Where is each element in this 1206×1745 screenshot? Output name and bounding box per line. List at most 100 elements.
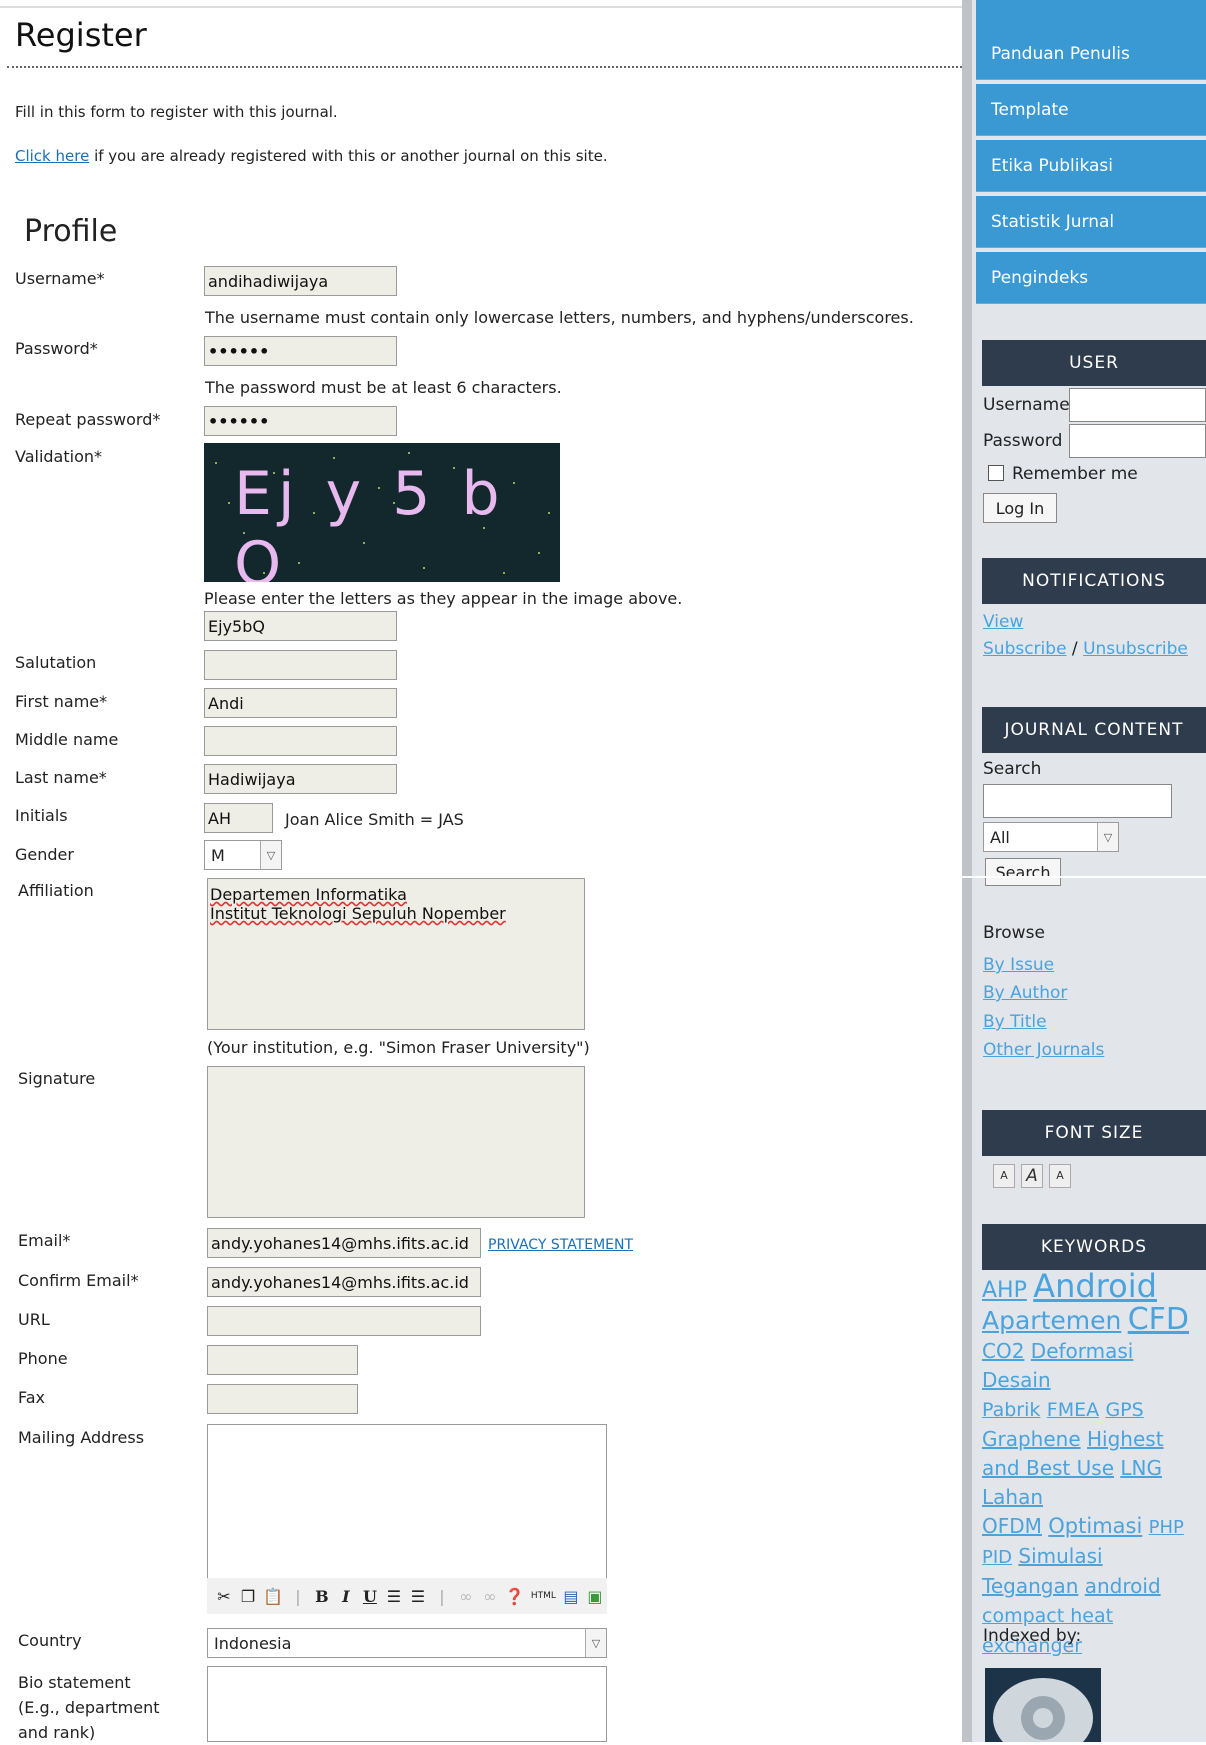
help-icon[interactable]: ❓ (505, 1587, 525, 1606)
font-larger-icon[interactable]: A (1049, 1164, 1071, 1188)
keyword-link[interactable]: Simulasi (1018, 1544, 1102, 1568)
top-border (0, 6, 962, 8)
fax-input[interactable] (207, 1384, 358, 1414)
confirm-email-input[interactable] (207, 1267, 481, 1297)
middle-name-input[interactable] (204, 726, 397, 756)
menu-item-panduan-penulis[interactable]: Panduan Penulis (976, 28, 1206, 80)
email-input[interactable] (207, 1228, 481, 1258)
journal-search-input[interactable] (983, 784, 1172, 818)
sidebar-password-input[interactable] (1069, 424, 1206, 458)
font-size-block-title: FONT SIZE (982, 1110, 1206, 1156)
username-label: Username* (15, 269, 105, 288)
bold-icon[interactable]: B (313, 1587, 331, 1606)
unsubscribe-link[interactable]: Unsubscribe (1083, 639, 1188, 659)
login-button[interactable]: Log In (983, 493, 1057, 523)
keyword-link[interactable]: GPS (1105, 1399, 1143, 1421)
image-icon[interactable]: ▣ (586, 1587, 604, 1606)
country-value: Indonesia (214, 1634, 292, 1653)
fullscreen-icon[interactable]: ▤ (562, 1587, 580, 1606)
salutation-input[interactable] (204, 650, 397, 680)
sidebar-username-input[interactable] (1069, 388, 1206, 422)
captcha-image: Ej y 5 b Q (204, 443, 560, 582)
captcha-hint: Please enter the letters as they appear … (204, 589, 683, 608)
italic-icon[interactable]: I (337, 1587, 355, 1606)
intro-text: Fill in this form to register with this … (15, 103, 338, 121)
keyword-link[interactable]: LNG (1120, 1456, 1162, 1480)
page-title: Register (15, 16, 147, 54)
browse-by-author-link[interactable]: By Author (983, 983, 1067, 1003)
keyword-link[interactable]: Optimasi (1048, 1514, 1142, 1538)
country-select[interactable]: Indonesia ▽ (207, 1628, 607, 1658)
menu-item-etika-publikasi[interactable]: Etika Publikasi (976, 140, 1206, 192)
username-input[interactable] (204, 266, 397, 296)
subscribe-link[interactable]: Subscribe (983, 639, 1067, 659)
initials-input[interactable] (204, 803, 273, 833)
remember-me-label: Remember me (1012, 464, 1138, 484)
keyword-link[interactable]: Tegangan (982, 1574, 1078, 1598)
phone-input[interactable] (207, 1345, 358, 1375)
menu-item-statistik-jurnal[interactable]: Statistik Jurnal (976, 196, 1206, 248)
mailing-address-textarea[interactable] (207, 1424, 607, 1578)
journal-search-label: Search (983, 759, 1042, 779)
affiliation-textarea[interactable] (207, 878, 585, 1030)
repeat-password-input[interactable] (204, 406, 397, 436)
bullet-list-icon[interactable]: ☰ (385, 1587, 403, 1606)
captcha-input[interactable] (204, 611, 397, 641)
search-scope-select[interactable]: All ▽ (983, 822, 1119, 852)
keyword-link[interactable]: Deformasi (1031, 1339, 1134, 1363)
browse-other-journals-link[interactable]: Other Journals (983, 1040, 1104, 1060)
gender-label: Gender (15, 845, 74, 864)
keyword-link[interactable]: OFDM (982, 1514, 1042, 1538)
keyword-link[interactable]: Apartemen (982, 1306, 1121, 1335)
notifications-view-link[interactable]: View (983, 612, 1023, 632)
first-name-input[interactable] (204, 688, 397, 718)
affiliation-label: Affiliation (18, 881, 94, 900)
browse-by-issue-link[interactable]: By Issue (983, 955, 1054, 975)
unlink-icon[interactable]: ∞ (481, 1587, 499, 1606)
keyword-link[interactable]: Desain (982, 1368, 1051, 1392)
cut-icon[interactable]: ✂ (215, 1587, 233, 1606)
keyword-link[interactable]: CO2 (982, 1339, 1024, 1363)
keyword-link[interactable]: AHP (982, 1278, 1027, 1303)
font-smaller-icon[interactable]: A (993, 1164, 1015, 1188)
keyword-link[interactable]: Graphene (982, 1427, 1081, 1451)
underline-icon[interactable]: U (361, 1587, 379, 1606)
numbered-list-icon[interactable]: ☰ (409, 1587, 427, 1606)
privacy-statement-link[interactable]: PRIVACY STATEMENT (488, 1237, 633, 1253)
keyword-link[interactable]: PHP (1149, 1517, 1184, 1538)
font-default-icon[interactable]: A (1021, 1164, 1043, 1188)
link-icon[interactable]: ∞ (457, 1587, 475, 1606)
keyword-link[interactable]: Lahan (982, 1485, 1043, 1509)
signature-textarea[interactable] (207, 1066, 585, 1218)
journal-content-block-title: JOURNAL CONTENT (982, 707, 1206, 753)
keyword-link[interactable]: PID (982, 1547, 1012, 1568)
indexed-by-label: Indexed by: (983, 1626, 1082, 1646)
indexer-logo[interactable] (985, 1668, 1101, 1742)
bio-textarea[interactable] (207, 1666, 607, 1742)
keyword-link[interactable]: CFD (1128, 1302, 1189, 1337)
browse-by-title-link[interactable]: By Title (983, 1012, 1047, 1032)
validation-label: Validation* (15, 447, 103, 466)
keyword-link[interactable]: Android (1033, 1267, 1157, 1305)
copy-icon[interactable]: ❐ (239, 1587, 257, 1606)
menu-item-pengindeks[interactable]: Pengindeks (976, 252, 1206, 304)
keyword-link[interactable]: android (1085, 1574, 1161, 1598)
gender-select[interactable]: M ▽ (204, 840, 282, 870)
last-name-input[interactable] (204, 764, 397, 794)
password-input[interactable] (204, 336, 397, 366)
keyword-link[interactable]: FMEA (1047, 1399, 1099, 1421)
remember-me-checkbox[interactable] (988, 465, 1004, 481)
html-icon[interactable]: HTML (531, 1591, 556, 1601)
username-hint: The username must contain only lowercase… (205, 308, 914, 327)
menu-item-template[interactable]: Template (976, 84, 1206, 136)
menu-top (976, 0, 1206, 28)
sidebar-password-label: Password (983, 431, 1063, 451)
paste-icon[interactable]: 📋 (263, 1587, 283, 1606)
indexer-logo-icon (993, 1678, 1093, 1742)
url-input[interactable] (207, 1306, 481, 1336)
keyword-link[interactable]: Pabrik (982, 1399, 1040, 1421)
search-scope-value: All (990, 828, 1010, 847)
click-here-link[interactable]: Click here (15, 147, 89, 165)
journal-search-button[interactable]: Search (985, 858, 1061, 886)
subscribe-row: Subscribe / Unsubscribe (983, 639, 1188, 659)
